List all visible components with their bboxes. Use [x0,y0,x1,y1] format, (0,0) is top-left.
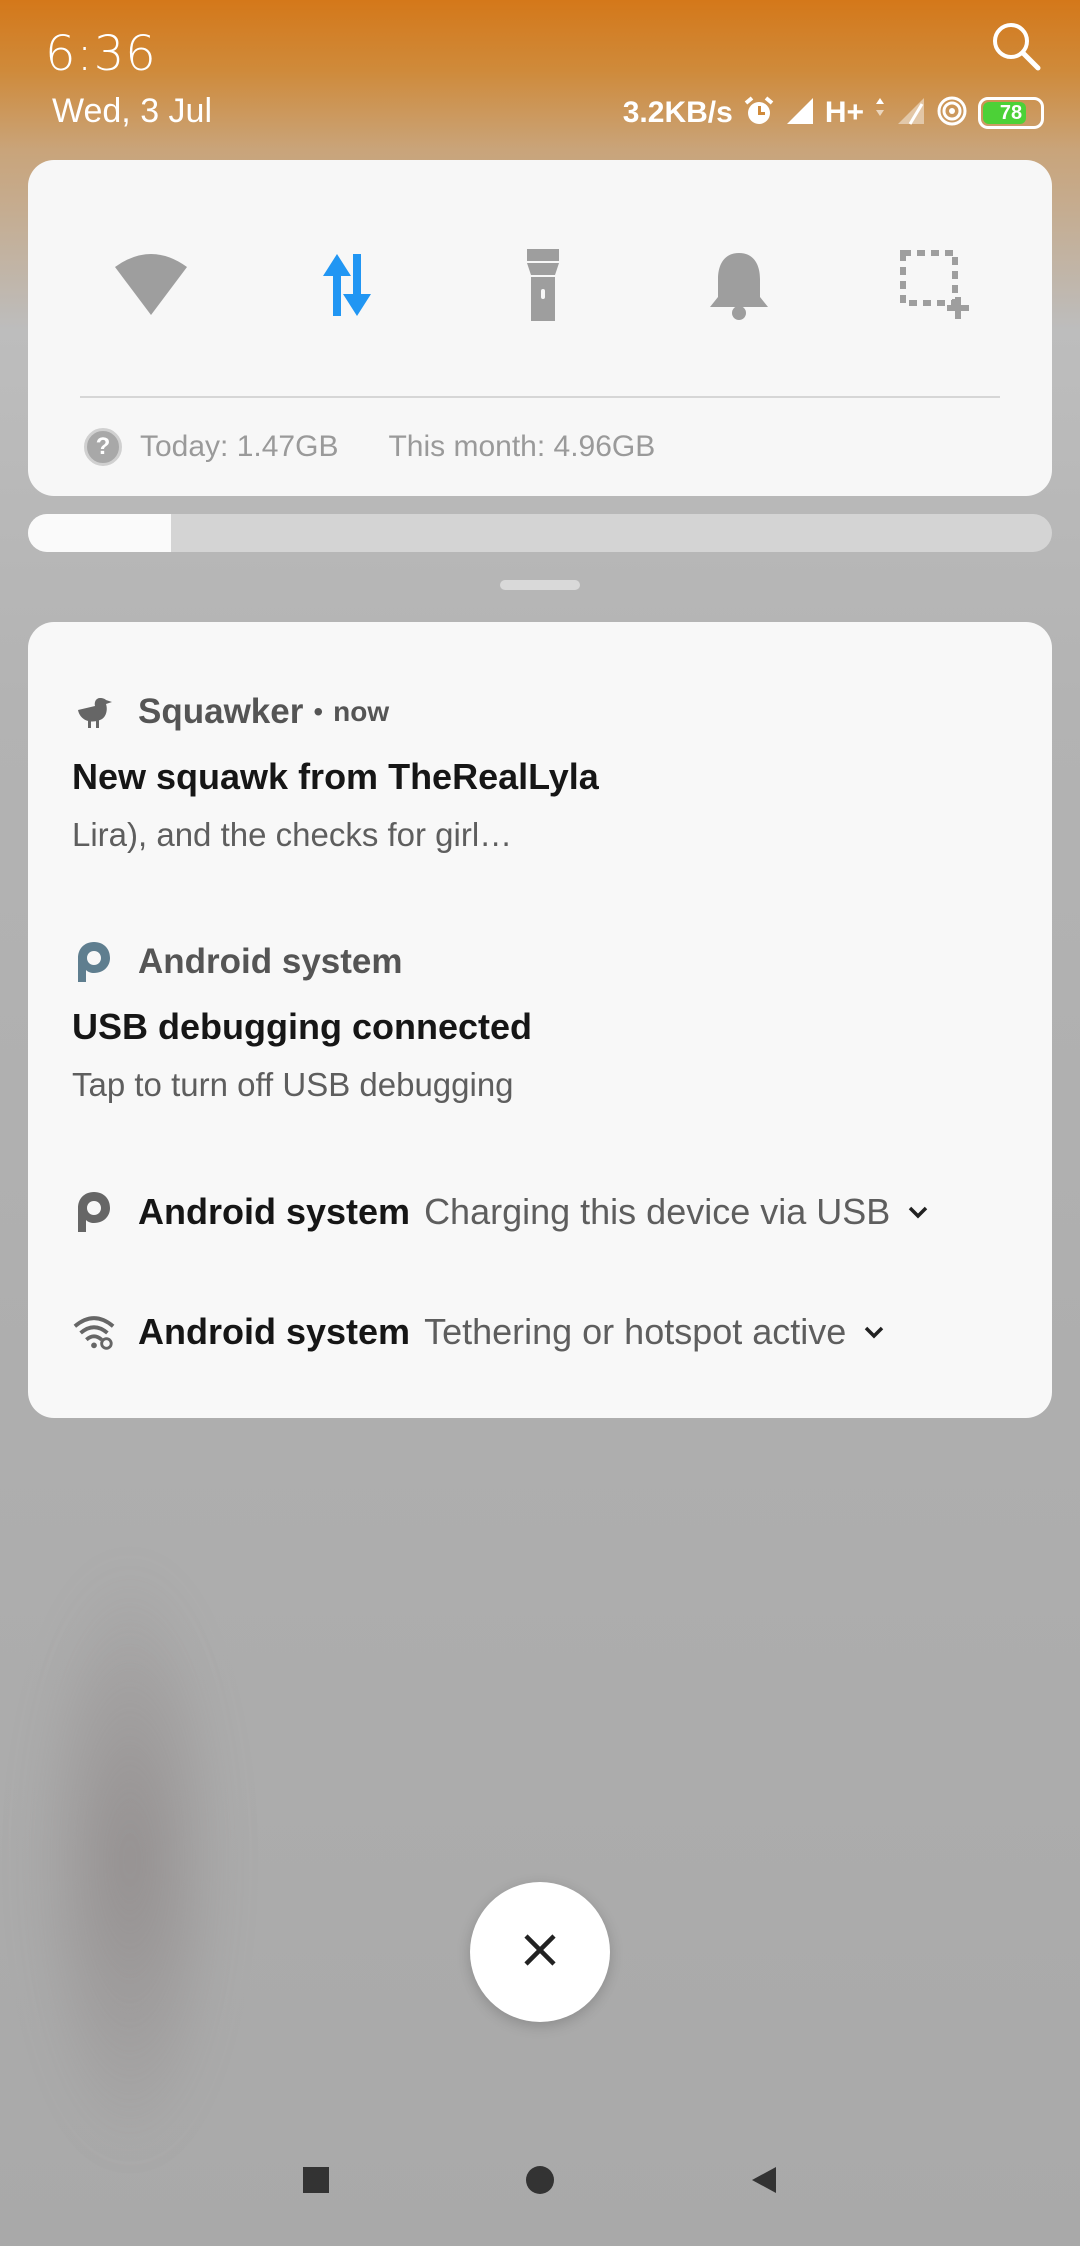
data-usage[interactable]: ? Today: 1.47GB This month: 4.96GB [84,422,655,472]
notification-squawker[interactable]: Squawker • now New squawk from TheRealLy… [72,684,1008,854]
separator-dot: • [313,696,324,727]
data-month: This month: 4.96GB [388,430,656,463]
wifi-icon[interactable] [106,240,196,330]
notification-summary: Tethering or hotspot active [424,1311,847,1352]
notification-tethering[interactable]: Android system Tethering or hotspot acti… [72,1304,1008,1360]
alarm-icon [743,95,775,132]
app-name: Android system [138,1311,411,1352]
notification-usb-debugging[interactable]: Android system USB debugging connected T… [72,934,1008,1104]
app-name: Squawker [138,692,304,731]
battery-icon: 78 [978,97,1044,129]
signal-icon [785,96,815,131]
clear-all-button[interactable] [470,1882,610,2022]
notification-time: now [333,696,390,727]
notification-charging[interactable]: Android system Charging this device via … [72,1184,1008,1240]
clock[interactable]: 6:36 [45,26,157,82]
notifications-panel: Squawker • now New squawk from TheRealLy… [28,622,1052,1418]
app-name: Android system [138,942,403,981]
screenshot-crop-icon[interactable] [890,240,980,330]
brightness-level [28,514,172,552]
battery-level: 78 [999,101,1023,124]
data-transfer-icon[interactable] [302,240,392,330]
app-name: Android system [138,1191,411,1232]
help-icon: ? [84,428,122,466]
android-p-icon [72,1190,116,1234]
data-today: Today: 1.47GB [140,430,339,463]
wifi-tethering-icon [72,1310,116,1354]
quick-settings-panel: ? Today: 1.47GB This month: 4.96GB [28,160,1052,496]
close-icon [520,1930,560,1975]
notification-title: USB debugging connected [72,1006,533,1047]
hotspot-icon [936,95,968,132]
notification-text: Lira), and the checks for girl… [72,816,513,853]
network-type: H+ [824,96,864,129]
notification-text: Tap to turn off USB debugging [72,1066,514,1103]
notification-title: New squawk from TheRealLyla [72,756,599,797]
back-icon[interactable] [734,2150,794,2210]
net-speed: 3.2KB/s [622,96,733,129]
drag-handle[interactable] [500,580,580,590]
no-signal-icon [896,96,926,131]
notification-summary: Charging this device via USB [424,1191,891,1232]
recents-icon[interactable] [286,2150,346,2210]
chevron-down-icon[interactable] [860,1318,888,1346]
android-p-icon [72,940,116,984]
wallpaper-blur [30,1560,230,2160]
home-icon[interactable] [510,2150,570,2210]
data-arrows-icon [874,96,886,131]
chevron-down-icon[interactable] [904,1198,932,1226]
date[interactable]: Wed, 3 Jul [52,92,212,131]
flashlight-icon[interactable] [498,240,588,330]
search-icon[interactable] [988,18,1044,74]
divider [80,396,1000,398]
bird-icon [72,690,116,734]
bell-icon[interactable] [694,240,784,330]
brightness-slider[interactable] [28,514,1052,552]
status-icons: 3.2KB/s H+ 78 [623,92,1044,134]
